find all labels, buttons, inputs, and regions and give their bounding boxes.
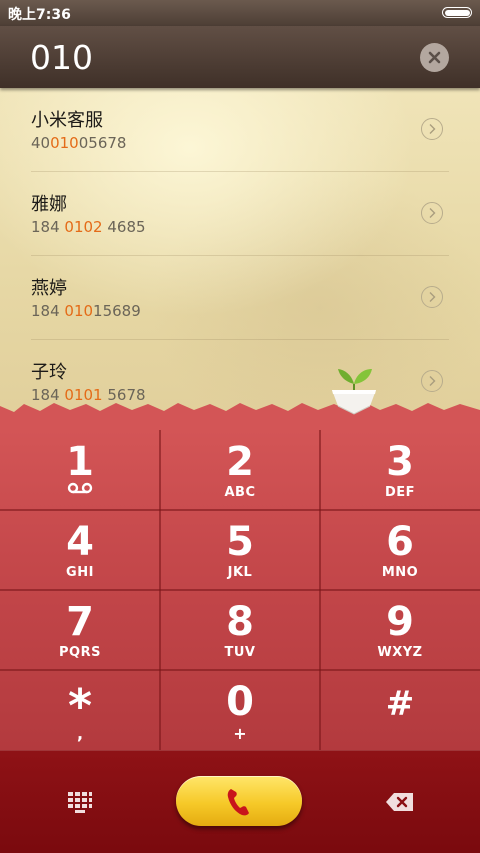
chevron-right-icon[interactable] bbox=[421, 286, 443, 308]
key-letters: ABC bbox=[224, 485, 256, 500]
voicemail-icon bbox=[67, 482, 93, 494]
key-letters: PQRS bbox=[59, 645, 101, 660]
close-icon bbox=[428, 51, 441, 64]
contact-name: 雅娜 bbox=[31, 194, 67, 215]
contact-row[interactable]: 燕婷 184 01015689 bbox=[0, 256, 480, 340]
key-digit: * bbox=[67, 679, 93, 733]
contact-number: 184 0102 4685 bbox=[31, 218, 146, 236]
key-3[interactable]: 3 DEF bbox=[320, 430, 480, 510]
dial-number-bar: 010 bbox=[0, 26, 480, 88]
clear-button[interactable] bbox=[420, 43, 449, 72]
key-4[interactable]: 4 GHI bbox=[0, 510, 160, 590]
zigzag-edge bbox=[0, 403, 480, 432]
battery-icon bbox=[442, 7, 472, 18]
dial-number-display[interactable]: 010 bbox=[30, 38, 93, 77]
key-digit: 3 bbox=[386, 439, 414, 485]
key-letters: MNO bbox=[381, 565, 419, 580]
key-digit: 1 bbox=[66, 439, 94, 485]
contact-row[interactable]: 小米客服 4001005678 bbox=[0, 88, 480, 172]
status-time: 晚上7:36 bbox=[8, 7, 71, 23]
key-8[interactable]: 8 TUV bbox=[160, 590, 320, 670]
contact-name: 子玲 bbox=[31, 362, 67, 383]
key-digit: # bbox=[385, 684, 415, 724]
key-1[interactable]: 1 bbox=[0, 430, 160, 510]
key-letters: TUV bbox=[224, 645, 256, 660]
contact-number: 184 01015689 bbox=[31, 302, 141, 320]
key-letters: GHI bbox=[66, 565, 94, 580]
key-2[interactable]: 2 ABC bbox=[160, 430, 320, 510]
key-digit: 6 bbox=[386, 519, 414, 565]
key-letters: DEF bbox=[384, 485, 416, 500]
key-digit: 0 bbox=[226, 679, 254, 725]
key-digit: 2 bbox=[226, 439, 254, 485]
contact-name: 小米客服 bbox=[31, 110, 103, 131]
key-0[interactable]: 0 + bbox=[160, 670, 320, 750]
contact-row[interactable]: 雅娜 184 0102 4685 bbox=[0, 172, 480, 256]
key-digit: 8 bbox=[226, 599, 254, 645]
key-letters: + bbox=[233, 724, 247, 743]
number-match-highlight: 010 bbox=[64, 302, 94, 320]
number-match-highlight: 010 bbox=[50, 134, 79, 152]
key-digit: 5 bbox=[226, 519, 254, 565]
chevron-right-icon[interactable] bbox=[421, 202, 443, 224]
dialpad: 1 2 ABC 3 DEF 4 GHI 5 JKL 6 MNO 7 PQRS 8… bbox=[0, 398, 480, 853]
key-6[interactable]: 6 MNO bbox=[320, 510, 480, 590]
key-letters: , bbox=[76, 724, 84, 743]
key-digit: 9 bbox=[386, 599, 414, 645]
status-bar: 晚上7:36 bbox=[0, 0, 480, 26]
key-star[interactable]: * , bbox=[0, 670, 160, 750]
key-hash[interactable]: # bbox=[320, 670, 480, 750]
key-5[interactable]: 5 JKL bbox=[160, 510, 320, 590]
key-7[interactable]: 7 PQRS bbox=[0, 590, 160, 670]
chevron-right-icon[interactable] bbox=[421, 370, 443, 392]
contact-name: 燕婷 bbox=[31, 278, 67, 299]
key-digit: 4 bbox=[66, 519, 94, 565]
chevron-right-icon[interactable] bbox=[421, 118, 443, 140]
key-digit: 7 bbox=[66, 599, 94, 645]
sprout-icon bbox=[332, 369, 376, 415]
key-9[interactable]: 9 WXYZ bbox=[320, 590, 480, 670]
key-letters: JKL bbox=[227, 565, 253, 580]
contact-number: 4001005678 bbox=[31, 134, 127, 152]
number-match-highlight: 0102 bbox=[64, 218, 103, 236]
contact-results-list: 小米客服 4001005678 雅娜 184 0102 4685 燕婷 184 … bbox=[0, 88, 480, 428]
key-letters: WXYZ bbox=[377, 645, 423, 660]
